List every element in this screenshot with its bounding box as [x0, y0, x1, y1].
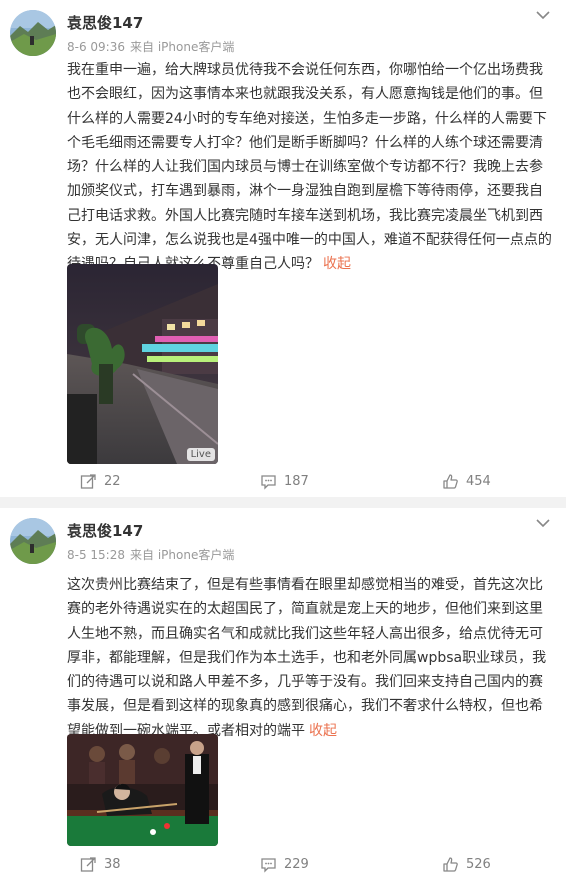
- post-body: 这次贵州比赛结束了，但是有些事情看在眼里却感觉相当的难受，首先这次比赛的老外待遇…: [67, 577, 547, 739]
- comment-button[interactable]: 187: [260, 473, 309, 490]
- thumbs-up-icon: [443, 474, 458, 489]
- repost-count: 38: [104, 857, 121, 872]
- post-time[interactable]: 8-6 09:36: [67, 40, 125, 54]
- comment-icon: [261, 858, 276, 873]
- like-button[interactable]: 526: [442, 856, 491, 873]
- post-source: 来自 iPhone客户端: [130, 548, 235, 562]
- post-body: 我在重申一遍，给大牌球员优待我不会说任何东西，你哪怕给一个亿出场费我也不会眼红，…: [67, 62, 552, 273]
- comment-button[interactable]: 229: [260, 856, 309, 873]
- action-bar: 22 187 454: [0, 473, 566, 497]
- comment-icon: [261, 475, 276, 490]
- post-image[interactable]: Live: [67, 264, 218, 464]
- repost-icon: [80, 474, 96, 489]
- repost-icon: [80, 857, 96, 872]
- chevron-down-icon[interactable]: [534, 8, 552, 22]
- weibo-post-2: 袁思俊147 8-5 15:28 来自 iPhone客户端 这次贵州比赛结束了，但…: [0, 508, 566, 880]
- live-badge: Live: [186, 448, 215, 461]
- post-source: 来自 iPhone客户端: [130, 40, 235, 54]
- thumbs-up-icon: [443, 857, 458, 872]
- action-bar: 38 229 526: [0, 856, 566, 880]
- collapse-link[interactable]: 收起: [323, 256, 351, 272]
- post-meta: 8-6 09:36 来自 iPhone客户端: [67, 38, 239, 55]
- collapse-link[interactable]: 收起: [309, 723, 337, 739]
- like-button[interactable]: 454: [442, 473, 491, 490]
- weibo-post-1: 袁思俊147 8-6 09:36 来自 iPhone客户端 我在重申一遍，给大牌球…: [0, 0, 566, 497]
- avatar[interactable]: [10, 518, 56, 564]
- snooker-player-photo-image: [67, 734, 218, 846]
- like-count: 526: [466, 857, 491, 872]
- post-meta: 8-5 15:28 来自 iPhone客户端: [67, 546, 239, 563]
- chevron-down-icon[interactable]: [534, 516, 552, 530]
- author-name[interactable]: 袁思俊147: [67, 12, 143, 33]
- comment-count: 229: [284, 857, 309, 872]
- repost-count: 22: [104, 474, 121, 489]
- live-photo-rainy-street-image: [67, 264, 218, 464]
- post-image[interactable]: [67, 734, 218, 846]
- repost-button[interactable]: 38: [80, 856, 121, 873]
- repost-button[interactable]: 22: [80, 473, 121, 490]
- post-text: 我在重申一遍，给大牌球员优待我不会说任何东西，你哪怕给一个亿出场费我也不会眼红，…: [67, 58, 555, 277]
- post-time[interactable]: 8-5 15:28: [67, 548, 125, 562]
- like-count: 454: [466, 474, 491, 489]
- comment-count: 187: [284, 474, 309, 489]
- author-name[interactable]: 袁思俊147: [67, 520, 143, 541]
- avatar[interactable]: [10, 10, 56, 56]
- post-text: 这次贵州比赛结束了，但是有些事情看在眼里却感觉相当的难受，首先这次比赛的老外待遇…: [67, 573, 555, 743]
